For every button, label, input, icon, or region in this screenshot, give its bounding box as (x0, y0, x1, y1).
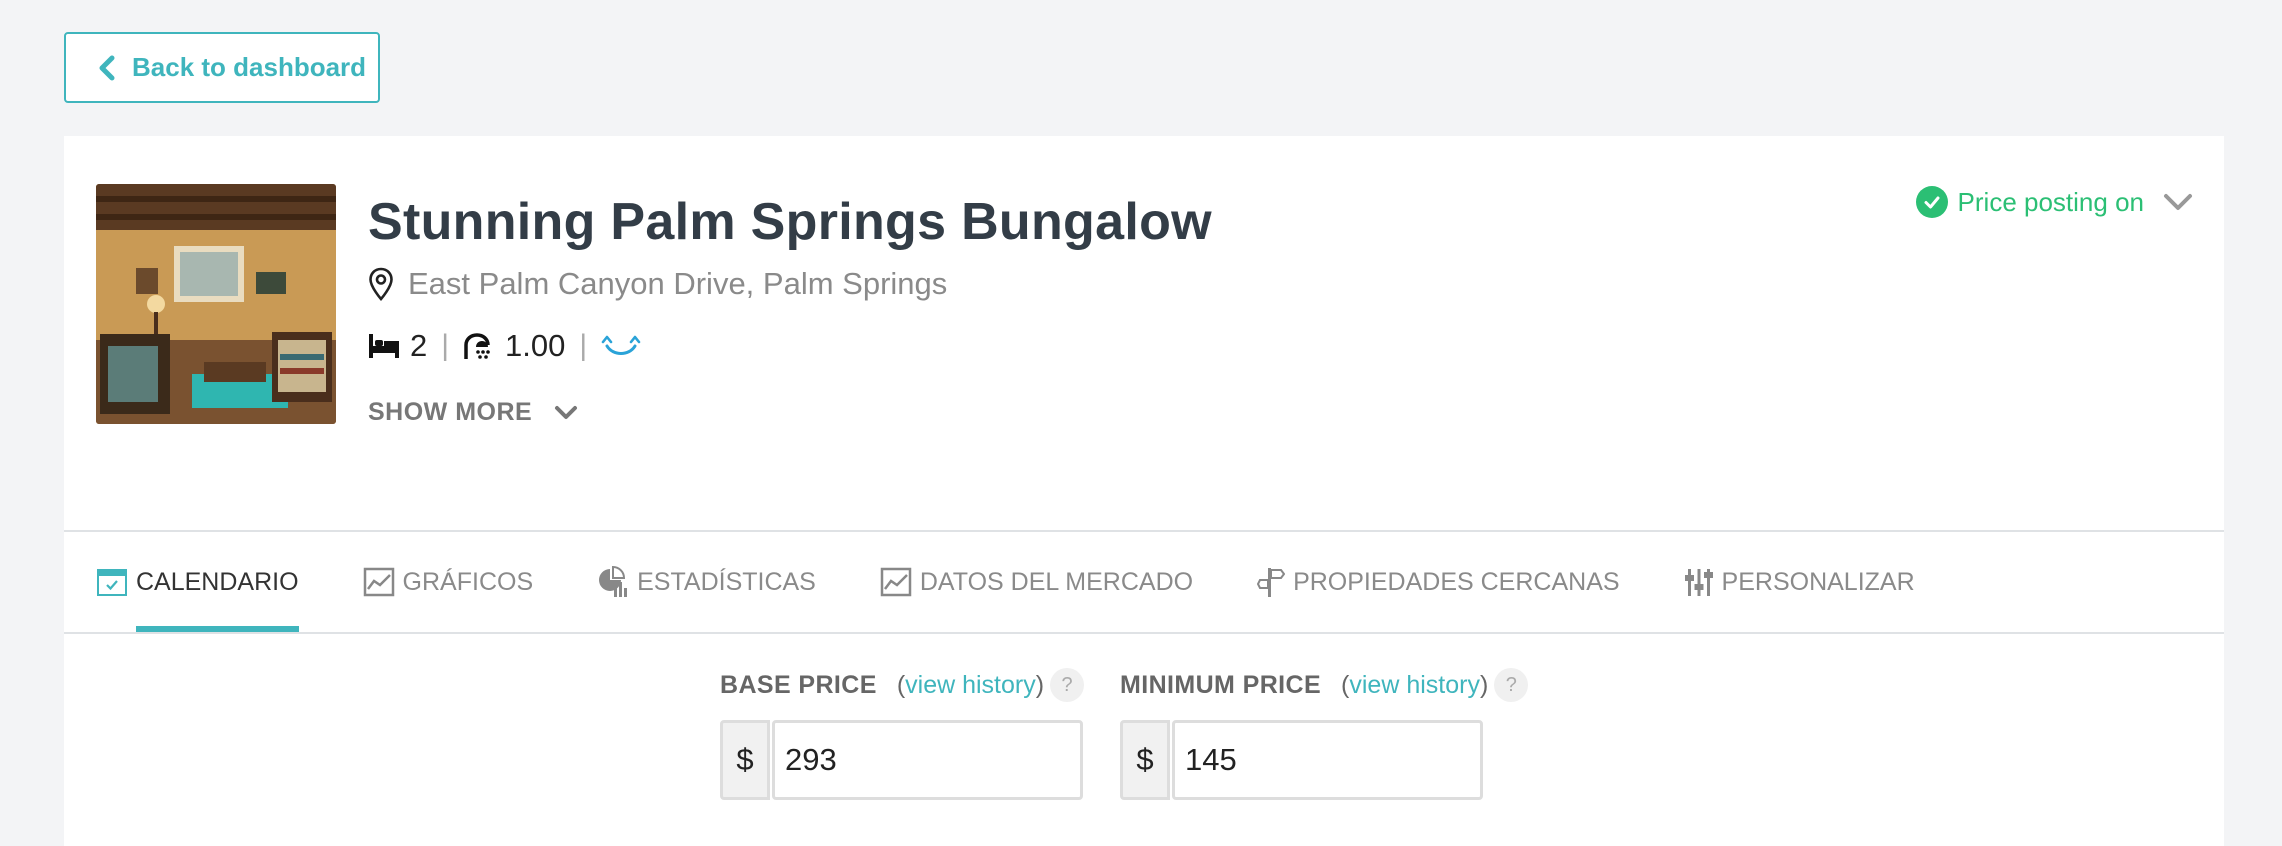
price-posting-label: Price posting on (1957, 186, 2144, 217)
listing-photo (96, 184, 336, 424)
minimum-price-group: MINIMUM PRICE (view history) ? $ 145 (1120, 668, 1529, 800)
tab-label: CALENDARIO (136, 567, 299, 596)
tab-label: PERSONALIZAR (1721, 567, 1915, 596)
show-more-toggle[interactable]: SHOW MORE (368, 398, 578, 427)
signpost-icon (1257, 566, 1286, 598)
minimum-price-view-history-link[interactable]: view history (1349, 671, 1480, 699)
show-more-label: SHOW MORE (368, 398, 533, 426)
base-price-view-history-link[interactable]: view history (905, 671, 1036, 699)
minimum-price-history: (view history) (1341, 671, 1488, 700)
base-price-input-group: $ 293 (720, 720, 1084, 800)
base-price-input[interactable]: 293 (772, 720, 1083, 800)
price-posting-status[interactable]: Price posting on (1915, 186, 2194, 218)
help-icon[interactable]: ? (1050, 668, 1085, 702)
minimum-price-input-group: $ 145 (1120, 720, 1528, 800)
paren-close: ) (1479, 670, 1489, 699)
paren-open: ( (896, 670, 906, 699)
bedroom-count: 2 (410, 328, 428, 363)
location-pin-icon (369, 267, 393, 301)
back-label: Back to dashboard (132, 52, 367, 82)
minimum-price-input[interactable]: 145 (1172, 720, 1483, 800)
minimum-price-label-row: MINIMUM PRICE (view history) ? (1120, 668, 1529, 702)
currency-addon: $ (1120, 720, 1170, 800)
minimum-price-label: MINIMUM PRICE (1120, 670, 1322, 699)
shower-icon (463, 331, 495, 361)
check-circle-icon (1915, 186, 1948, 218)
base-price-history: (view history) (897, 671, 1044, 700)
tab-label: PROPIEDADES CERCANAS (1293, 567, 1620, 596)
chevron-down-icon (555, 405, 578, 419)
tabs-divider (64, 632, 2224, 634)
chart-icon (363, 567, 395, 597)
listing-address: East Palm Canyon Drive, Palm Springs (368, 266, 947, 302)
tab-graficos[interactable]: GRÁFICOS (363, 532, 534, 632)
smile-icon (601, 332, 641, 360)
currency-addon: $ (720, 720, 770, 800)
bed-icon (368, 332, 400, 360)
tab-propiedades-cercanas[interactable]: PROPIEDADES CERCANAS (1257, 532, 1620, 632)
separator: | (441, 329, 450, 362)
chevron-down-icon[interactable] (2162, 192, 2194, 212)
stats-icon (597, 566, 629, 598)
tab-estadisticas[interactable]: ESTADÍSTICAS (597, 532, 816, 632)
bathroom-count: 1.00 (505, 328, 566, 363)
listing-tabs: CALENDARIO GRÁFICOS ESTADÍSTICAS DATOS D… (64, 532, 2224, 632)
help-icon[interactable]: ? (1494, 668, 1529, 702)
market-chart-icon (880, 567, 912, 597)
tab-label: GRÁFICOS (402, 567, 534, 596)
listing-features: 2 | 1.00 | (368, 328, 651, 364)
base-price-label-row: BASE PRICE (view history) ? (720, 668, 1085, 702)
listing-title: Stunning Palm Springs Bungalow (368, 193, 1212, 251)
chevron-left-icon (99, 55, 115, 80)
tab-calendario[interactable]: CALENDARIO (96, 532, 299, 632)
paren-close: ) (1035, 670, 1045, 699)
calendar-icon (96, 567, 128, 597)
base-price-group: BASE PRICE (view history) ? $ 293 (720, 668, 1085, 800)
tab-personalizar[interactable]: PERSONALIZAR (1684, 532, 1915, 632)
back-to-dashboard-button[interactable]: Back to dashboard (64, 32, 380, 103)
base-price-label: BASE PRICE (720, 670, 877, 699)
tab-label: DATOS DEL MERCADO (919, 567, 1194, 596)
separator: | (579, 329, 588, 362)
tab-label: ESTADÍSTICAS (637, 567, 816, 596)
sliders-icon (1684, 567, 1714, 597)
address-text: East Palm Canyon Drive, Palm Springs (408, 266, 948, 301)
tab-datos-del-mercado[interactable]: DATOS DEL MERCADO (880, 532, 1193, 632)
listing-card: Stunning Palm Springs Bungalow East Palm… (64, 136, 2224, 846)
